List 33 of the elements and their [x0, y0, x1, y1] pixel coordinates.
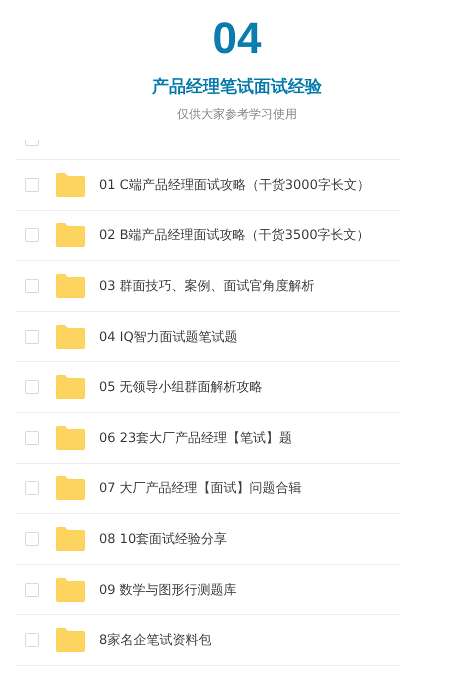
section-title: 产品经理笔试面试经验: [152, 76, 322, 98]
folder-icon: [55, 526, 85, 551]
folder-name[interactable]: 07 大厂产品经理【面试】问题合辑: [99, 479, 302, 498]
checkbox[interactable]: [25, 380, 39, 394]
checkbox[interactable]: [25, 481, 39, 496]
section-number: 04: [212, 14, 262, 64]
folder-name[interactable]: 02 B端产品经理面试攻略（干货3500字长文）: [99, 226, 370, 244]
folder-name[interactable]: 01 C端产品经理面试攻略（干货3000字长文）: [99, 176, 370, 194]
folder-name[interactable]: 05 无领导小组群面解析攻略: [99, 378, 263, 396]
folder-icon: [55, 324, 85, 349]
checkbox[interactable]: [25, 178, 39, 192]
folder-icon: [55, 426, 85, 450]
checkbox[interactable]: [25, 228, 39, 242]
folder-icon: [55, 274, 85, 298]
folder-name[interactable]: 06 23套大厂产品经理【笔试】题: [99, 428, 292, 447]
folder-name[interactable]: 8家名企笔试资料包: [99, 631, 212, 650]
checkbox[interactable]: [25, 532, 39, 546]
folder-name[interactable]: 09 数学与图形行测题库: [99, 580, 237, 599]
folder-icon: [55, 476, 85, 500]
folder-icon: [55, 375, 85, 400]
folder-icon: [55, 628, 85, 652]
checkbox[interactable]: [25, 278, 39, 293]
checkbox[interactable]: [25, 582, 39, 597]
checkbox[interactable]: [25, 633, 39, 648]
folder-name[interactable]: 08 10套面试经验分享: [99, 530, 228, 548]
folder-icon: [55, 578, 85, 602]
folder-name[interactable]: 04 IQ智力面试题笔试题: [99, 328, 238, 346]
folder-icon: [55, 223, 85, 248]
checkbox[interactable]: [25, 330, 39, 344]
folder-icon: [55, 172, 85, 197]
section-subtitle: 仅供大家参考学习使用: [177, 106, 297, 122]
folder-name[interactable]: 03 群面技巧、案例、面试官角度解析: [99, 276, 315, 295]
checkbox[interactable]: [25, 430, 39, 445]
